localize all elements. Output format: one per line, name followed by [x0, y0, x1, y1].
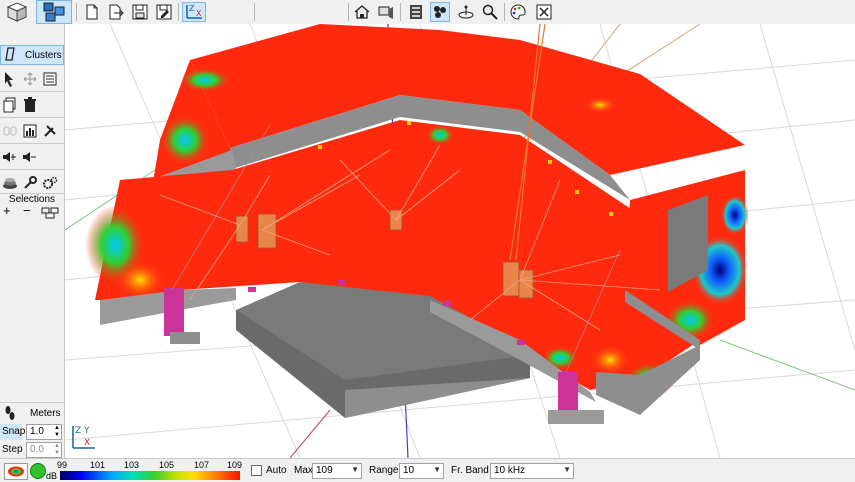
layers-icon[interactable] — [2, 175, 18, 191]
scale-tick: 105 — [159, 460, 175, 470]
wrench-icon[interactable] — [22, 175, 38, 191]
scale-unit: dB — [46, 471, 58, 481]
max-value: 109 — [316, 465, 333, 476]
palette-icon[interactable] — [508, 2, 528, 22]
bar-chart-icon[interactable] — [22, 123, 38, 139]
close-map-icon[interactable] — [534, 2, 554, 22]
pointer-icon[interactable] — [2, 71, 18, 87]
top-toolbar: ZX YXXY ZXXZ ZYYZ — [0, 0, 855, 80]
move-icon[interactable] — [22, 71, 38, 87]
new-file-icon[interactable] — [82, 2, 102, 22]
range-select[interactable]: 10 ▼ — [399, 463, 444, 479]
band-select[interactable]: 10 kHz ▼ — [490, 463, 574, 479]
subwoofer-left — [164, 288, 184, 336]
left-tool-panel: Clusters Selections + − Meters Snap 1.0 … — [0, 24, 65, 458]
scale-tick: 99 — [57, 460, 68, 470]
range-value: 10 — [403, 465, 415, 476]
view-cube-icon[interactable] — [2, 1, 32, 23]
chevron-down-icon: ▼ — [563, 465, 571, 474]
selections-remove-button[interactable]: − — [23, 203, 31, 218]
step-spinner-icon[interactable]: ▲ ▼ — [54, 443, 60, 457]
open-file-icon[interactable] — [106, 2, 126, 22]
snap-label: Snap — [0, 424, 25, 440]
svg-text:Z: Z — [189, 4, 195, 13]
screen-icon[interactable] — [376, 2, 396, 22]
home-view-icon[interactable] — [352, 2, 372, 22]
save-icon[interactable] — [130, 2, 150, 22]
trash-icon[interactable] — [22, 97, 38, 113]
auto-checkbox[interactable] — [251, 465, 262, 476]
chevron-down-icon: ▼ — [351, 465, 359, 474]
band-value: 10 kHz — [494, 465, 526, 476]
step-input[interactable]: 0.0 ▲ ▼ — [26, 442, 62, 458]
library-icon[interactable] — [406, 2, 426, 22]
bottom-bar: dB 99 101 103 105 107 109 Auto Max 109 ▼ … — [0, 458, 855, 482]
band-label: Fr. Band — [451, 465, 489, 476]
step-label: Step — [2, 444, 23, 455]
selections-add-button[interactable]: + — [3, 203, 11, 218]
snap-spinner-icon[interactable]: ▲ ▼ — [54, 425, 60, 439]
chevron-down-icon: ▼ — [433, 465, 441, 474]
scale-tick: 107 — [194, 460, 210, 470]
step-value: 0.0 — [30, 444, 44, 455]
scale-ticks: 99 101 103 105 107 109 — [57, 460, 242, 470]
copy-icon[interactable] — [2, 97, 18, 113]
axis-y-label: Y — [83, 426, 90, 436]
heatmap-toggle-icon[interactable] — [4, 463, 28, 480]
snap-input[interactable]: 1.0 ▲ ▼ — [26, 424, 62, 440]
axis-x-label: X — [84, 438, 90, 448]
max-label: Max — [294, 465, 313, 476]
snap-value: 1.0 — [30, 426, 44, 437]
scale-tick: 101 — [90, 460, 106, 470]
settings-gears-icon[interactable] — [42, 175, 58, 191]
scale-tick: 109 — [227, 460, 243, 470]
db-color-scale — [60, 471, 240, 480]
range-label: Range — [369, 465, 399, 476]
list-icon[interactable] — [42, 71, 58, 87]
save-as-icon[interactable] — [154, 2, 174, 22]
speaker-add-icon[interactable] — [2, 149, 18, 165]
meters-label: Meters — [30, 408, 61, 419]
speaker-remove-icon[interactable] — [22, 149, 38, 165]
tools-icon[interactable] — [42, 123, 58, 139]
clusters-label: Clusters — [25, 49, 62, 61]
clusters-button[interactable]: Clusters — [0, 45, 64, 65]
selections-group-icon[interactable] — [40, 205, 60, 221]
svg-text:X: X — [196, 9, 202, 18]
axis-indicator-icon: ZYX — [69, 422, 97, 450]
view-zx-icon[interactable]: ZX — [182, 2, 206, 22]
scale-tick: 103 — [124, 460, 140, 470]
speaker-cluster-icon[interactable] — [430, 2, 450, 22]
axis-z-label: Z — [75, 426, 81, 436]
status-green-icon[interactable] — [30, 463, 46, 479]
footprints-icon[interactable] — [2, 405, 18, 421]
venue-3d-render — [65, 24, 855, 458]
auto-label: Auto — [266, 465, 287, 476]
max-select[interactable]: 109 ▼ — [312, 463, 362, 479]
3d-viewport[interactable]: ZYX — [65, 24, 855, 458]
venue-icon[interactable] — [456, 2, 476, 22]
link-disabled-icon[interactable] — [2, 123, 18, 139]
parallelogram-icon — [5, 46, 15, 64]
cluster-cube-icon[interactable] — [36, 0, 72, 24]
search-icon[interactable] — [480, 2, 500, 22]
